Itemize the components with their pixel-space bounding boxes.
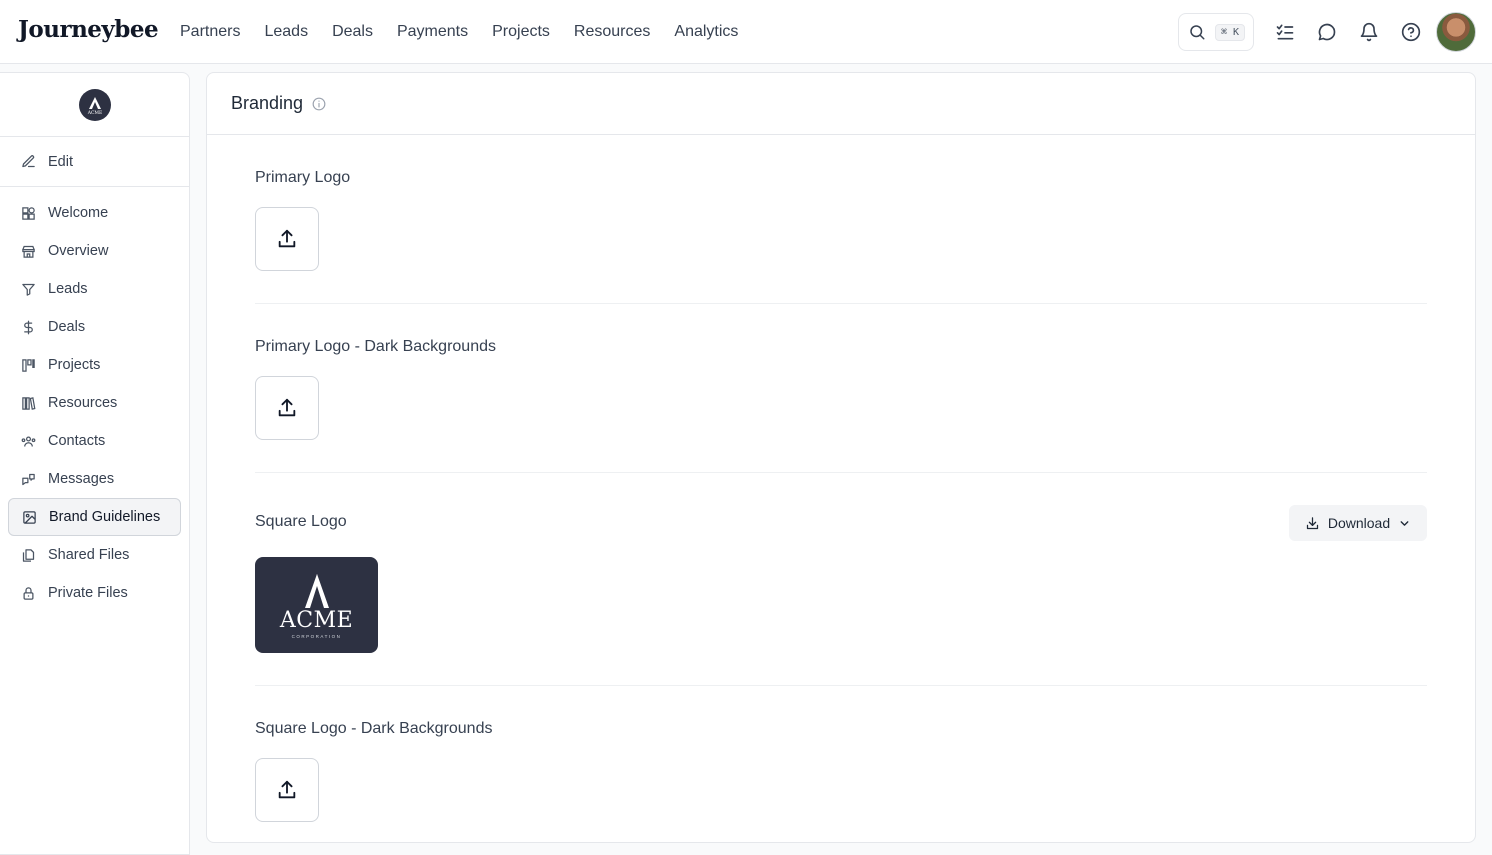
sidebar-item-edit[interactable]: Edit: [0, 137, 189, 187]
sidebar-item-label: Deals: [48, 319, 86, 335]
chevron-down-icon: [1400, 520, 1409, 526]
sidebar-item-label: Welcome: [48, 205, 109, 221]
sidebar-item-private-files[interactable]: Private Files: [0, 574, 181, 612]
top-navigation-bar: Journeybee Partners Leads Deals Payments…: [0, 0, 1492, 64]
upload-primary-logo-button[interactable]: [255, 207, 319, 271]
checklist-icon: [1276, 24, 1294, 40]
sidebar-item-label: Edit: [48, 153, 73, 170]
messages-button[interactable]: [1306, 12, 1348, 52]
search-shortcut: ⌘ K: [1215, 23, 1246, 41]
section-title: Primary Logo - Dark Backgrounds: [255, 338, 496, 355]
users-icon: [20, 433, 36, 449]
info-icon[interactable]: [312, 97, 326, 111]
help-circle-icon: [1401, 22, 1421, 42]
upload-primary-logo-dark-button[interactable]: [255, 376, 319, 440]
section-title: Primary Logo: [255, 169, 351, 186]
sidebar-item-label: Contacts: [48, 433, 106, 449]
upload-icon: [278, 398, 296, 417]
sidebar-item-label: Shared Files: [48, 547, 130, 563]
nav-deals[interactable]: Deals: [332, 23, 373, 41]
sidebar-list: Welcome Overview Leads Deals Projects Re…: [0, 187, 189, 612]
help-button[interactable]: [1390, 12, 1432, 52]
lock-icon: [20, 585, 36, 601]
bell-icon: [1360, 22, 1378, 42]
sidebar: ACME Edit Welcome Overview Leads Deals P…: [0, 72, 190, 855]
upload-square-logo-dark-button[interactable]: [255, 758, 319, 822]
nav-resources[interactable]: Resources: [574, 23, 650, 41]
user-avatar[interactable]: [1436, 12, 1476, 52]
brand-logo[interactable]: Journeybee: [18, 16, 159, 43]
main-nav: Partners Leads Deals Payments Projects R…: [180, 0, 738, 64]
search-icon: [1190, 25, 1205, 40]
tasks-button[interactable]: [1264, 12, 1306, 52]
search-button[interactable]: ⌘ K: [1178, 13, 1254, 51]
widgets-icon: [20, 205, 36, 221]
library-icon: [20, 395, 36, 411]
top-right-actions: ⌘ K: [1178, 12, 1476, 52]
section-square-logo-dark: Square Logo - Dark Backgrounds: [255, 720, 1427, 738]
notifications-button[interactable]: [1348, 12, 1390, 52]
download-square-logo-button[interactable]: Download: [1289, 505, 1427, 541]
branding-panel: Branding Primary Logo Primary Logo - Dar…: [206, 72, 1476, 843]
download-icon: [1306, 516, 1318, 529]
square-logo-preview[interactable]: ACME CORPORATION: [255, 557, 378, 653]
image-icon: [21, 509, 37, 525]
nav-leads[interactable]: Leads: [264, 23, 308, 41]
sidebar-item-leads[interactable]: Leads: [0, 270, 181, 308]
sidebar-item-brand-guidelines[interactable]: Brand Guidelines: [8, 498, 181, 536]
logo-subtext: CORPORATION: [291, 633, 342, 639]
sidebar-item-label: Messages: [48, 471, 115, 487]
filter-icon: [20, 281, 36, 297]
sidebar-item-label: Leads: [48, 281, 88, 297]
nav-partners[interactable]: Partners: [180, 23, 240, 41]
panel-header: Branding: [207, 73, 1475, 135]
sidebar-item-deals[interactable]: Deals: [0, 308, 181, 346]
sidebar-item-label: Resources: [48, 395, 118, 411]
logo-wordmark: ACME: [279, 607, 354, 633]
nav-payments[interactable]: Payments: [397, 23, 468, 41]
sidebar-item-resources[interactable]: Resources: [0, 384, 181, 422]
store-icon: [20, 243, 36, 259]
nav-projects[interactable]: Projects: [492, 23, 550, 41]
sidebar-item-label: Projects: [48, 357, 101, 373]
section-divider: [255, 685, 1427, 686]
section-square-logo: Square Logo: [255, 513, 1427, 531]
upload-icon: [278, 229, 296, 248]
org-logo: ACME: [78, 88, 111, 121]
dollar-icon: [20, 319, 36, 335]
sidebar-item-welcome[interactable]: Welcome: [0, 194, 181, 232]
svg-text:ACME: ACME: [86, 110, 102, 116]
acme-logo-icon: [304, 573, 329, 608]
section-primary-logo-dark: Primary Logo - Dark Backgrounds: [255, 338, 1427, 356]
sidebar-item-label: Private Files: [48, 585, 128, 601]
section-divider: [255, 303, 1427, 304]
upload-icon: [278, 780, 296, 799]
sidebar-item-projects[interactable]: Projects: [0, 346, 181, 384]
page-title: Branding: [231, 93, 304, 113]
kanban-icon: [20, 357, 36, 373]
edit-icon: [20, 154, 36, 170]
acme-logo-icon: ACME: [86, 96, 102, 116]
files-icon: [20, 547, 36, 563]
section-title: Square Logo: [255, 513, 347, 530]
nav-analytics[interactable]: Analytics: [674, 23, 738, 41]
sidebar-item-shared-files[interactable]: Shared Files: [0, 536, 181, 574]
section-divider: [255, 472, 1427, 473]
section-primary-logo: Primary Logo: [255, 169, 1427, 187]
sidebar-item-overview[interactable]: Overview: [0, 232, 181, 270]
sidebar-item-contacts[interactable]: Contacts: [0, 422, 181, 460]
message-square-icon: [20, 471, 36, 487]
org-logo-area: ACME: [0, 73, 189, 137]
sidebar-item-label: Brand Guidelines: [49, 509, 161, 525]
sidebar-item-messages[interactable]: Messages: [0, 460, 181, 498]
section-title: Square Logo - Dark Backgrounds: [255, 720, 493, 737]
sidebar-item-label: Overview: [48, 243, 109, 259]
download-label: Download: [1327, 515, 1391, 531]
chat-bubble-icon: [1318, 23, 1336, 41]
